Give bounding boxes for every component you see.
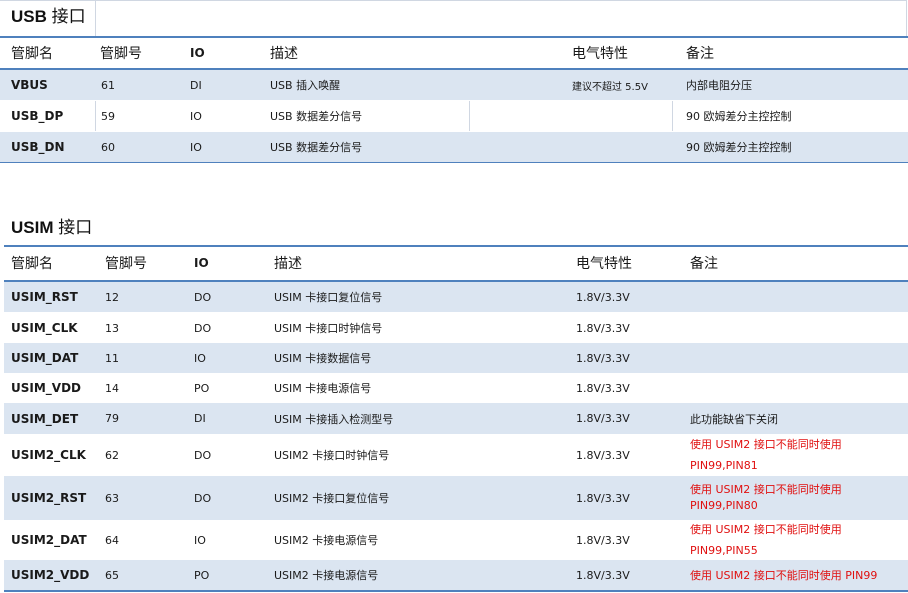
usb-title-frame bbox=[0, 0, 907, 37]
col-header-electrical: 电气特性 bbox=[572, 46, 628, 62]
usim-header-row: 管脚名 管脚号 IO 描述 电气特性 备注 bbox=[4, 247, 908, 279]
table-row: USIM_DAT 11 IO USIM 卡接数据信号 1.8V/3.3V bbox=[4, 343, 908, 373]
table-row: USB_DP 59 IO USB 数据差分信号 90 欧姆差分主控控制 bbox=[11, 109, 792, 123]
table-row: USIM2_RST 63 DO USIM2 卡接口复位信号 1.8V/3.3V … bbox=[4, 476, 908, 520]
col-header-pin-number: 管脚号 bbox=[100, 46, 142, 62]
col-header-description: 描述 bbox=[274, 256, 302, 272]
table-row: USIM2_CLK 62 DO USIM2 卡接口时钟信号 1.8V/3.3V … bbox=[11, 438, 842, 472]
usb-section-title: USB 接口 bbox=[11, 7, 86, 27]
col-header-note: 备注 bbox=[690, 256, 718, 272]
table-row: USB_DN 60 IO USB 数据差分信号 90 欧姆差分主控控制 bbox=[0, 132, 908, 162]
table-row: USIM_CLK 13 DO USIM 卡接口时钟信号 1.8V/3.3V bbox=[11, 321, 630, 335]
table-row: USIM2_VDD 65 PO USIM2 卡接电源信号 1.8V/3.3V 使… bbox=[4, 560, 908, 590]
usb-header-row: 管脚名 管脚号 IO 描述 电气特性 备注 bbox=[0, 38, 908, 68]
col-header-pin-name: 管脚名 bbox=[11, 46, 53, 62]
col-header-note: 备注 bbox=[686, 46, 714, 62]
col-header-electrical: 电气特性 bbox=[576, 256, 632, 272]
col-header-io: IO bbox=[190, 46, 205, 60]
table-row: USIM2_DAT 64 IO USIM2 卡接电源信号 1.8V/3.3V 使… bbox=[11, 523, 842, 557]
table-row: USIM_RST 12 DO USIM 卡接口复位信号 1.8V/3.3V bbox=[4, 282, 908, 312]
usim-section-title: USIM 接口 bbox=[11, 218, 93, 238]
col-header-pin-number: 管脚号 bbox=[105, 256, 147, 272]
col-header-pin-name: 管脚名 bbox=[11, 256, 53, 272]
table-row: VBUS 61 DI USB 插入唤醒 建议不超过 5.5V 内部电阻分压 bbox=[0, 70, 908, 100]
col-header-description: 描述 bbox=[270, 46, 298, 62]
table-row: USIM_VDD 14 PO USIM 卡接电源信号 1.8V/3.3V bbox=[11, 381, 630, 395]
col-header-io: IO bbox=[194, 256, 209, 270]
table-row: USIM_DET 79 DI USIM 卡接插入检测型号 1.8V/3.3V 此… bbox=[4, 403, 908, 434]
